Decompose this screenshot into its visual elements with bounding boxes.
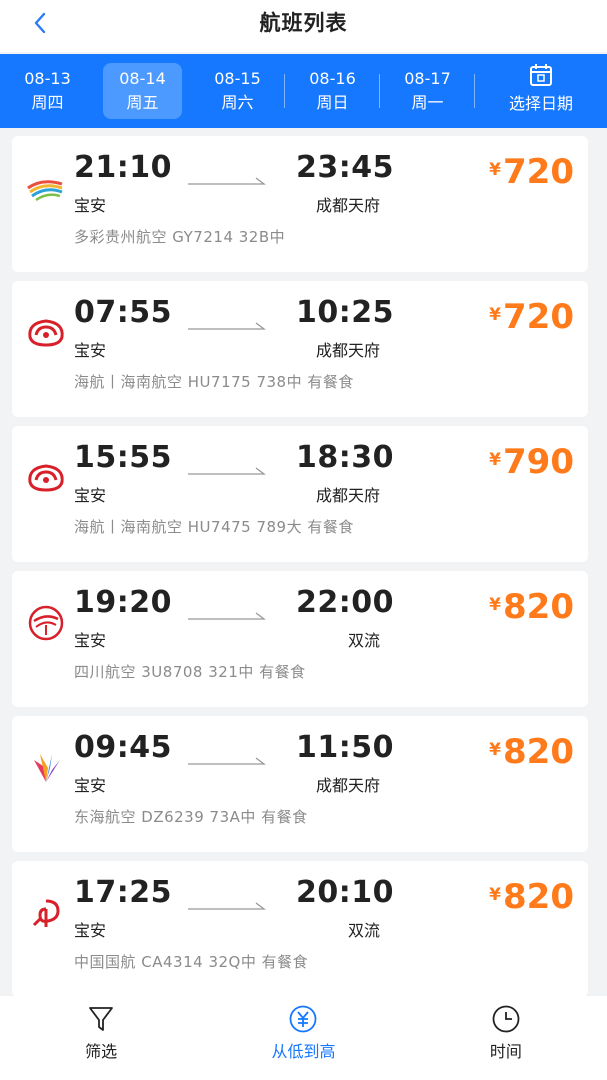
- flight-arrow-icon: [188, 612, 266, 620]
- departure-time: 17:25: [74, 875, 172, 910]
- sort-price-button[interactable]: 从低到高: [202, 996, 404, 1080]
- arrival-airport: 成都天府: [315, 776, 380, 795]
- flight-info: 海航丨海南航空 HU7175 738中 有餐食: [74, 373, 354, 391]
- currency-symbol: ¥: [489, 885, 502, 905]
- gy-logo-icon: [27, 180, 63, 202]
- top-bar: 航班列表: [0, 0, 607, 52]
- arrival-time: 18:30: [296, 440, 394, 475]
- departure-time: 09:45: [74, 730, 172, 765]
- flight-info: 东海航空 DZ6239 73A中 有餐食: [74, 808, 308, 826]
- date-tab-weekday: 周五: [126, 93, 159, 112]
- price-value: 820: [503, 732, 574, 772]
- arrival-time: 20:10: [296, 875, 394, 910]
- 3u-logo-icon: [28, 605, 64, 641]
- filter-button[interactable]: 筛选: [0, 996, 202, 1080]
- arrival-airport: 双流: [347, 631, 380, 650]
- date-tab-date: 08-16: [309, 69, 356, 88]
- departure-airport: 宝安: [74, 631, 107, 650]
- price: ¥820: [489, 732, 574, 772]
- flight-info: 中国国航 CA4314 32Q中 有餐食: [74, 953, 309, 971]
- flight-arrow-icon: [188, 467, 266, 475]
- date-tab[interactable]: 08-16 周日: [285, 54, 380, 128]
- filter-icon: [89, 1007, 114, 1031]
- date-tab-selected[interactable]: 08-14 周五: [95, 54, 190, 128]
- departure-airport: 宝安: [74, 341, 107, 360]
- flight-info: 四川航空 3U8708 321中 有餐食: [74, 663, 306, 681]
- price-value: 720: [503, 297, 574, 337]
- price: ¥820: [489, 587, 574, 627]
- departure-time: 21:10: [74, 150, 172, 185]
- departure-airport: 宝安: [74, 196, 107, 215]
- currency-symbol: ¥: [489, 740, 502, 760]
- hu-logo-icon: [28, 464, 64, 492]
- flight-arrow-icon: [188, 177, 266, 185]
- date-tab-date: 08-14: [119, 69, 166, 88]
- arrival-airport: 双流: [347, 921, 380, 940]
- flight-arrow-icon: [188, 757, 266, 765]
- date-tab-weekday: 周一: [411, 93, 444, 112]
- price: ¥720: [489, 152, 574, 192]
- ca-logo-icon: [32, 899, 60, 927]
- price: ¥790: [489, 442, 574, 482]
- date-tab[interactable]: 08-13 周四: [0, 54, 95, 128]
- price-value: 790: [503, 442, 574, 482]
- date-tab-date: 08-17: [404, 69, 451, 88]
- date-tab[interactable]: 08-17 周一: [380, 54, 475, 128]
- flight-info: 海航丨海南航空 HU7475 789大 有餐食: [74, 518, 354, 536]
- bottom-bar: 筛选 从低到高 时间: [0, 996, 607, 1080]
- dz-logo-icon: [34, 754, 60, 782]
- flight-arrow-icon: [188, 322, 266, 330]
- calendar-icon: [530, 64, 552, 86]
- arrival-airport: 成都天府: [315, 486, 380, 505]
- departure-airport: 宝安: [74, 776, 107, 795]
- arrival-airport: 成都天府: [315, 341, 380, 360]
- flight-card[interactable]: 21:10 宝安 23:45 成都天府 ¥720 多彩贵州航空 GY7214 3…: [12, 136, 588, 272]
- flight-card[interactable]: 09:45 宝安 11:50 成都天府 ¥820 东海航空 DZ6239 73A…: [12, 716, 588, 852]
- departure-time: 07:55: [74, 295, 172, 330]
- arrival-time: 23:45: [296, 150, 394, 185]
- date-tab[interactable]: 08-15 周六: [190, 54, 285, 128]
- price: ¥820: [489, 877, 574, 917]
- date-tab-weekday: 周日: [316, 93, 349, 112]
- date-tab-weekday: 周四: [31, 93, 64, 112]
- arrival-time: 22:00: [296, 585, 394, 620]
- price-value: 820: [503, 877, 574, 917]
- hu-logo-icon: [28, 319, 64, 347]
- departure-time: 19:20: [74, 585, 172, 620]
- sort-time-button[interactable]: 时间: [405, 996, 607, 1080]
- price: ¥720: [489, 297, 574, 337]
- arrival-time: 10:25: [296, 295, 394, 330]
- pick-date-button[interactable]: 选择日期: [475, 54, 607, 128]
- sort-time-label: 时间: [489, 1042, 522, 1061]
- date-bar: 08-13 周四 08-14 周五 08-15 周六 08-16 周日 08-17 周一 …: [0, 54, 607, 128]
- date-tab-date: 08-15: [214, 69, 261, 88]
- currency-symbol: ¥: [489, 450, 502, 470]
- flight-card[interactable]: 07:55 宝安 10:25 成都天府 ¥720 海航丨海南航空 HU7175 …: [12, 281, 588, 417]
- clock-icon: [492, 1005, 520, 1033]
- flight-card[interactable]: 15:55 宝安 18:30 成都天府 ¥790 海航丨海南航空 HU7475 …: [12, 426, 588, 562]
- flight-card[interactable]: 19:20 宝安 22:00 双流 ¥820 四川航空 3U8708 321中 …: [12, 571, 588, 707]
- flight-arrow-icon: [188, 902, 266, 910]
- pick-date-label: 选择日期: [508, 94, 573, 113]
- yuan-sort-icon: [290, 1005, 317, 1033]
- date-tab-weekday: 周六: [221, 93, 254, 112]
- flight-card[interactable]: 17:25 宝安 20:10 双流 ¥820 中国国航 CA4314 32Q中 …: [12, 861, 588, 997]
- departure-airport: 宝安: [74, 921, 107, 940]
- date-tab-date: 08-13: [24, 69, 71, 88]
- price-value: 820: [503, 587, 574, 627]
- filter-label: 筛选: [85, 1042, 118, 1061]
- divider: [474, 74, 475, 108]
- currency-symbol: ¥: [489, 595, 502, 615]
- arrival-time: 11:50: [296, 730, 394, 765]
- arrival-airport: 成都天府: [315, 196, 380, 215]
- page-title: 航班列表: [259, 11, 348, 35]
- departure-airport: 宝安: [74, 486, 107, 505]
- price-value: 720: [503, 152, 574, 192]
- currency-symbol: ¥: [489, 305, 502, 325]
- sort-price-label: 从低到高: [271, 1042, 336, 1061]
- departure-time: 15:55: [74, 440, 172, 475]
- currency-symbol: ¥: [489, 160, 502, 180]
- flight-info: 多彩贵州航空 GY7214 32B中: [74, 228, 286, 246]
